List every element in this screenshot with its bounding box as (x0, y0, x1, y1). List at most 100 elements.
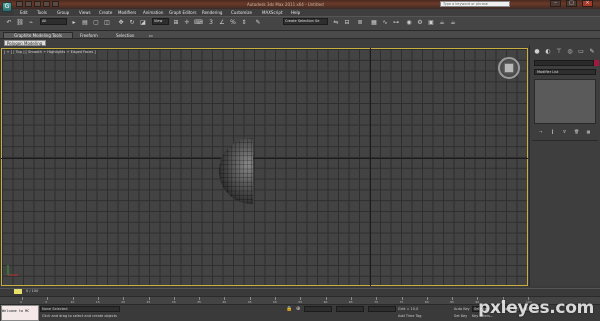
tab-graphite-modeling-tools[interactable]: Graphite Modeling Tools (3, 32, 73, 39)
menu-create[interactable]: Create (99, 10, 112, 15)
maximize-button[interactable]: □ (566, 0, 577, 7)
top-viewport[interactable] (1, 48, 528, 286)
minimize-button[interactable]: – (550, 0, 561, 7)
time-slider-bar[interactable] (0, 288, 600, 295)
scale-icon[interactable]: ◪ (139, 19, 147, 27)
polygon-modeling-panel[interactable]: Polygon Modeling (4, 40, 46, 46)
track-tick (22, 297, 23, 300)
watermark: pxleyes.com (478, 298, 594, 318)
selection-region-icon[interactable]: ▢ (92, 19, 100, 27)
make-unique-icon[interactable]: ∀ (562, 129, 567, 134)
keyboard-shortcut-icon[interactable]: ⌨ (194, 19, 203, 27)
absolute-mode-icon[interactable]: ⊕ (296, 306, 302, 312)
modifier-stack[interactable] (534, 79, 596, 124)
schematic-view-icon[interactable]: ⊶ (392, 19, 400, 27)
snaps-toggle-icon[interactable]: 3 (207, 19, 215, 27)
open-file-icon[interactable] (25, 1, 32, 7)
tab-selection[interactable]: Selection (116, 33, 134, 38)
rotate-icon[interactable]: ↻ (128, 19, 136, 27)
undo-toolbar-icon[interactable]: ↶ (5, 19, 13, 27)
grid-horizontal-axis (1, 158, 528, 159)
ribbon-panel (0, 39, 600, 47)
menu-animation[interactable]: Animation (143, 10, 163, 15)
z-coordinate-field[interactable] (368, 306, 396, 312)
maxscript-listener[interactable] (1, 305, 39, 321)
graphite-toggle-icon[interactable]: ▦ (370, 19, 378, 27)
selection-status: None Selected (42, 307, 68, 311)
select-by-name-icon[interactable]: ▤ (81, 19, 89, 27)
modifier-list-dropdown[interactable]: Modifier List (534, 69, 596, 75)
add-time-tag[interactable]: Add Time Tag (398, 314, 422, 318)
object-name-field[interactable] (534, 60, 594, 66)
close-button[interactable]: × (582, 0, 593, 7)
named-selection-dropdown[interactable]: Create Selection Se (283, 18, 328, 25)
menu-customize[interactable]: Customize (231, 10, 252, 15)
render-setup-icon[interactable]: ⚙ (416, 19, 424, 27)
window-crossing-icon[interactable]: ◫ (103, 19, 111, 27)
track-tick (47, 297, 49, 300)
ribbon-options-icon[interactable]: ▭ (149, 33, 153, 38)
redo-icon[interactable] (52, 1, 59, 7)
undo-icon[interactable] (43, 1, 50, 7)
panel-separator (532, 140, 598, 141)
remove-modifier-icon[interactable]: 🗑 (574, 129, 579, 134)
viewport-label[interactable]: [ + ] [ Top ] [ Smooth + Highlights + Ed… (4, 50, 96, 54)
app-logo-icon[interactable]: G (2, 2, 12, 12)
select-object-icon[interactable]: ▸ (70, 19, 78, 27)
edit-named-selection-icon[interactable]: ✎ (254, 19, 262, 27)
curve-editor-icon[interactable]: ∿ (381, 19, 389, 27)
tab-freeform[interactable]: Freeform (80, 33, 98, 38)
menu-tools[interactable]: Tools (37, 10, 47, 15)
auto-key-label[interactable]: Auto Key (454, 307, 470, 311)
motion-panel-icon[interactable]: ◎ (566, 48, 574, 56)
align-icon[interactable]: ⊟ (343, 19, 351, 27)
y-coordinate-field[interactable] (336, 306, 364, 312)
layer-manager-icon[interactable]: ≣ (356, 19, 364, 27)
time-slider-handle[interactable] (14, 289, 22, 294)
display-panel-icon[interactable]: ▭ (577, 48, 585, 56)
pivot-center-icon[interactable]: ⊞ (172, 19, 180, 27)
x-coordinate-field[interactable] (304, 306, 332, 312)
menu-maxscript[interactable]: MAXScript (262, 10, 283, 15)
pin-stack-icon[interactable]: ⊸ (538, 129, 543, 134)
menu-graph-editors[interactable]: Graph Editors (169, 10, 196, 15)
lock-selection-icon[interactable]: 🔒 (286, 306, 292, 312)
menu-rendering[interactable]: Rendering (202, 10, 222, 15)
select-link-icon[interactable]: ⛓ (16, 19, 24, 27)
selection-filter-dropdown[interactable]: All (40, 18, 67, 25)
menu-views[interactable]: Views (79, 10, 91, 15)
grid-vertical-axis (370, 48, 371, 286)
percent-snap-icon[interactable]: % (229, 19, 237, 27)
reference-coordinate-dropdown[interactable]: View (152, 18, 169, 25)
spinner-snap-icon[interactable]: ⇕ (240, 19, 248, 27)
move-icon[interactable]: ✥ (117, 19, 125, 27)
angle-snap-icon[interactable]: ∠ (218, 19, 226, 27)
frame-display: 0 / 100 (26, 289, 39, 293)
menu-modifiers[interactable]: Modifiers (118, 10, 136, 15)
mirror-icon[interactable]: ⇋ (332, 19, 340, 27)
new-file-icon[interactable] (16, 1, 23, 7)
menu-help[interactable]: Help (291, 10, 300, 15)
hierarchy-panel-icon[interactable]: ⊤ (555, 48, 563, 56)
unlink-icon[interactable]: ⌁ (27, 19, 35, 27)
prompt-line: Click and drag to select and create obje… (42, 314, 117, 318)
save-file-icon[interactable] (34, 1, 41, 7)
utilities-panel-icon[interactable]: ✎ (588, 48, 596, 56)
grid-size: Grid = 10.0 (398, 307, 419, 311)
select-manipulate-icon[interactable]: ✛ (183, 19, 191, 27)
render-iterative-icon[interactable]: ☕ (449, 19, 457, 27)
show-end-result-icon[interactable]: ‖ (550, 129, 555, 134)
create-panel-icon[interactable]: ● (533, 48, 541, 56)
configure-sets-icon[interactable]: ▦ (586, 129, 591, 134)
search-input[interactable]: Type a keyword or phrase (440, 1, 510, 7)
rendered-frame-icon[interactable]: ▣ (427, 19, 435, 27)
modify-panel-icon[interactable]: ◐ (544, 48, 552, 56)
maxscript-text: Welcome to MC (2, 309, 30, 313)
viewcube-icon[interactable] (504, 63, 514, 73)
menu-group[interactable]: Group (57, 10, 69, 15)
material-editor-icon[interactable]: ◉ (405, 19, 413, 27)
set-key-button[interactable]: Set Key (454, 314, 467, 318)
render-production-icon[interactable]: ☕ (438, 19, 446, 27)
object-color-swatch[interactable] (594, 60, 599, 66)
menu-edit[interactable]: Edit (20, 10, 28, 15)
